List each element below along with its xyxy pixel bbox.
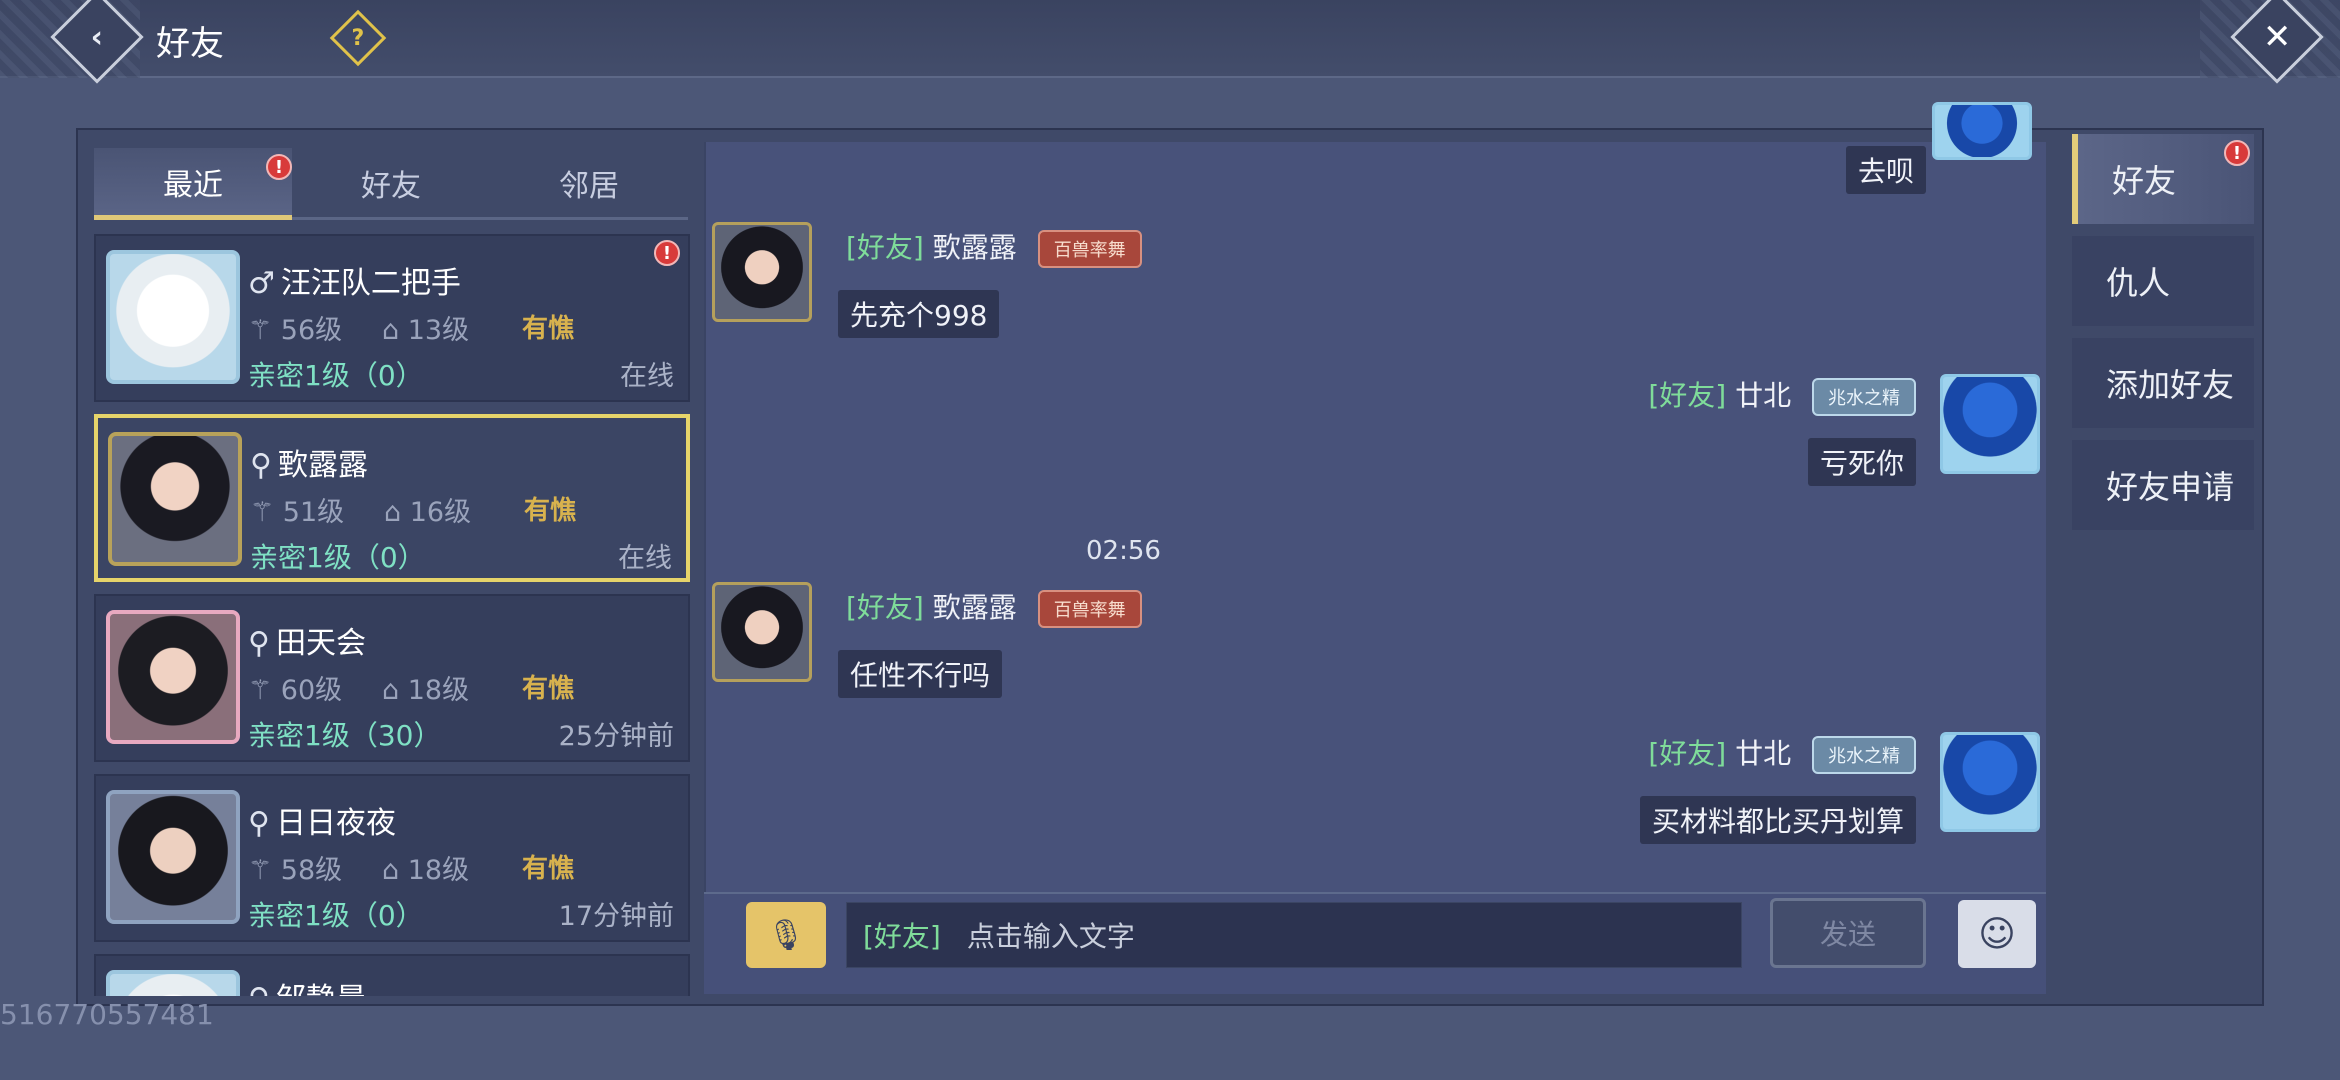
tab-neighbors[interactable]: 邻居 — [490, 148, 688, 220]
chat-bubble: 先充个998 — [838, 290, 1000, 338]
avatar — [108, 432, 242, 566]
player-level: ⚚ 51级 — [250, 497, 345, 528]
gender-icon: ⚲ — [248, 806, 270, 841]
tab-recent[interactable]: 最近 ! — [94, 148, 292, 220]
title-badge: 兆水之精 — [1812, 378, 1916, 416]
friend-name: 邹静晨 — [276, 982, 366, 996]
player-level: ⚚ 58级 — [248, 855, 343, 886]
avatar[interactable] — [1940, 732, 2040, 832]
avatar — [1932, 102, 2032, 160]
house-level: ⌂ 13级 — [382, 315, 470, 346]
online-status: 在线 — [618, 543, 672, 574]
message-header: [好友] 歅露露 百兽率舞 — [846, 226, 1142, 268]
sender-name: 廿北 — [1735, 737, 1792, 770]
help-icon[interactable]: ? — [329, 9, 387, 67]
gender-icon: ⚲ — [248, 626, 270, 661]
close-icon: ✕ — [2262, 17, 2292, 57]
top-bar: ‹ 好友 ? ✕ — [0, 0, 2340, 84]
notification-badge: ! — [2224, 140, 2250, 166]
chat-input-bar: 🎙 [好友] 点击输入文字 发送 ☺ — [704, 892, 2046, 994]
mood-text: 有憔 — [522, 854, 575, 884]
intimacy-level: 亲密1级（30） — [248, 719, 442, 752]
friend-row[interactable]: ⚲ 邹静晨 — [94, 954, 690, 996]
message-header: [好友] 廿北 兆水之精 — [1648, 732, 1916, 774]
chat-bubble: 买材料都比买丹划算 — [1639, 796, 1916, 844]
sender-name: 廿北 — [1735, 379, 1792, 412]
online-status: 17分钟前 — [558, 901, 674, 932]
tab-friends[interactable]: 好友 — [292, 148, 490, 220]
friend-name: 日日夜夜 — [275, 806, 396, 841]
gender-icon: ⚲ — [250, 448, 272, 483]
back-icon: ‹ — [90, 19, 104, 55]
microphone-icon: 🎙 — [766, 917, 806, 953]
house-level: ⌂ 16级 — [384, 497, 472, 528]
side-tab-enemies[interactable]: 仇人 — [2072, 236, 2254, 326]
side-tab-add-friend[interactable]: 添加好友 — [2072, 338, 2254, 428]
friend-row[interactable]: ⚲ 歅露露 ⚚ 51级 ⌂ 16级 有憔 亲密1级（0） 在线 — [94, 414, 690, 582]
friend-row[interactable]: ♂ 汪汪队二把手 ! ⚚ 56级 ⌂ 13级 有憔 亲密1级（0） 在线 — [94, 234, 690, 402]
player-level: ⚚ 56级 — [248, 315, 343, 346]
watermark-id: 516770557481 — [0, 998, 214, 1031]
side-tab-friend-requests[interactable]: 好友申请 — [2072, 440, 2254, 530]
message-timestamp: 02:56 — [1086, 536, 1161, 566]
friend-name: 田天会 — [275, 626, 366, 661]
message-header: [好友] 歅露露 百兽率舞 — [846, 586, 1142, 628]
page-title: 好友 — [156, 24, 224, 64]
title-badge: 百兽率舞 — [1037, 230, 1142, 268]
channel-prefix: [好友] — [863, 920, 941, 953]
avatar[interactable] — [712, 582, 812, 682]
avatar — [106, 790, 240, 924]
player-level: ⚚ 60级 — [248, 675, 343, 706]
friend-list[interactable]: ♂ 汪汪队二把手 ! ⚚ 56级 ⌂ 13级 有憔 亲密1级（0） 在线 ⚲ 歅露露… — [94, 234, 690, 996]
friend-name: 歅露露 — [277, 448, 368, 483]
avatar — [106, 610, 240, 744]
input-placeholder: 点击输入文字 — [966, 920, 1135, 953]
list-tabs: 最近 ! 好友 邻居 — [94, 148, 688, 220]
intimacy-level: 亲密1级（0） — [250, 541, 426, 574]
emoji-button[interactable]: ☺ — [1958, 900, 2036, 968]
male-icon: ♂ — [248, 266, 275, 301]
side-tab-friends[interactable]: 好友 ! — [2072, 134, 2254, 224]
sender-name: 歅露露 — [932, 231, 1017, 264]
mood-text: 有憔 — [522, 314, 575, 344]
avatar[interactable] — [1940, 374, 2040, 474]
chat-panel[interactable]: 去呗 [好友] 歅露露 百兽率舞 先充个998 [好友] 廿北 兆水之精 亏死你… — [704, 102, 2046, 994]
intimacy-level: 亲密1级（0） — [248, 359, 424, 392]
mood-text: 有憔 — [522, 674, 575, 704]
intimacy-level: 亲密1级（0） — [248, 899, 424, 932]
mood-text: 有憔 — [524, 496, 577, 526]
title-badge: 兆水之精 — [1812, 736, 1916, 774]
friend-name: 汪汪队二把手 — [280, 266, 461, 301]
gender-icon: ⚲ — [248, 982, 270, 996]
house-level: ⌂ 18级 — [382, 675, 470, 706]
avatar[interactable] — [712, 222, 812, 322]
friend-row[interactable]: ⚲ 日日夜夜 ⚚ 58级 ⌂ 18级 有憔 亲密1级（0） 17分钟前 — [94, 774, 690, 942]
message-header: [好友] 廿北 兆水之精 — [1648, 374, 1916, 416]
chat-bubble: 亏死你 — [1807, 438, 1916, 486]
send-button[interactable]: 发送 — [1770, 898, 1926, 968]
notification-badge: ! — [266, 154, 292, 180]
chat-bubble: 去呗 — [1845, 146, 1926, 194]
online-status: 25分钟前 — [558, 721, 674, 752]
notification-badge: ! — [654, 240, 680, 266]
online-status: 在线 — [620, 361, 674, 392]
sender-name: 歅露露 — [932, 591, 1017, 624]
voice-button[interactable]: 🎙 — [746, 902, 826, 968]
emoji-icon: ☺ — [1978, 913, 2016, 955]
house-level: ⌂ 18级 — [382, 855, 470, 886]
chat-bubble: 任性不行吗 — [838, 650, 1003, 698]
avatar — [106, 250, 240, 384]
chat-input[interactable]: [好友] 点击输入文字 — [846, 902, 1742, 968]
title-badge: 百兽率舞 — [1037, 590, 1142, 628]
avatar — [106, 970, 240, 996]
friend-row[interactable]: ⚲ 田天会 ⚚ 60级 ⌂ 18级 有憔 亲密1级（30） 25分钟前 — [94, 594, 690, 762]
